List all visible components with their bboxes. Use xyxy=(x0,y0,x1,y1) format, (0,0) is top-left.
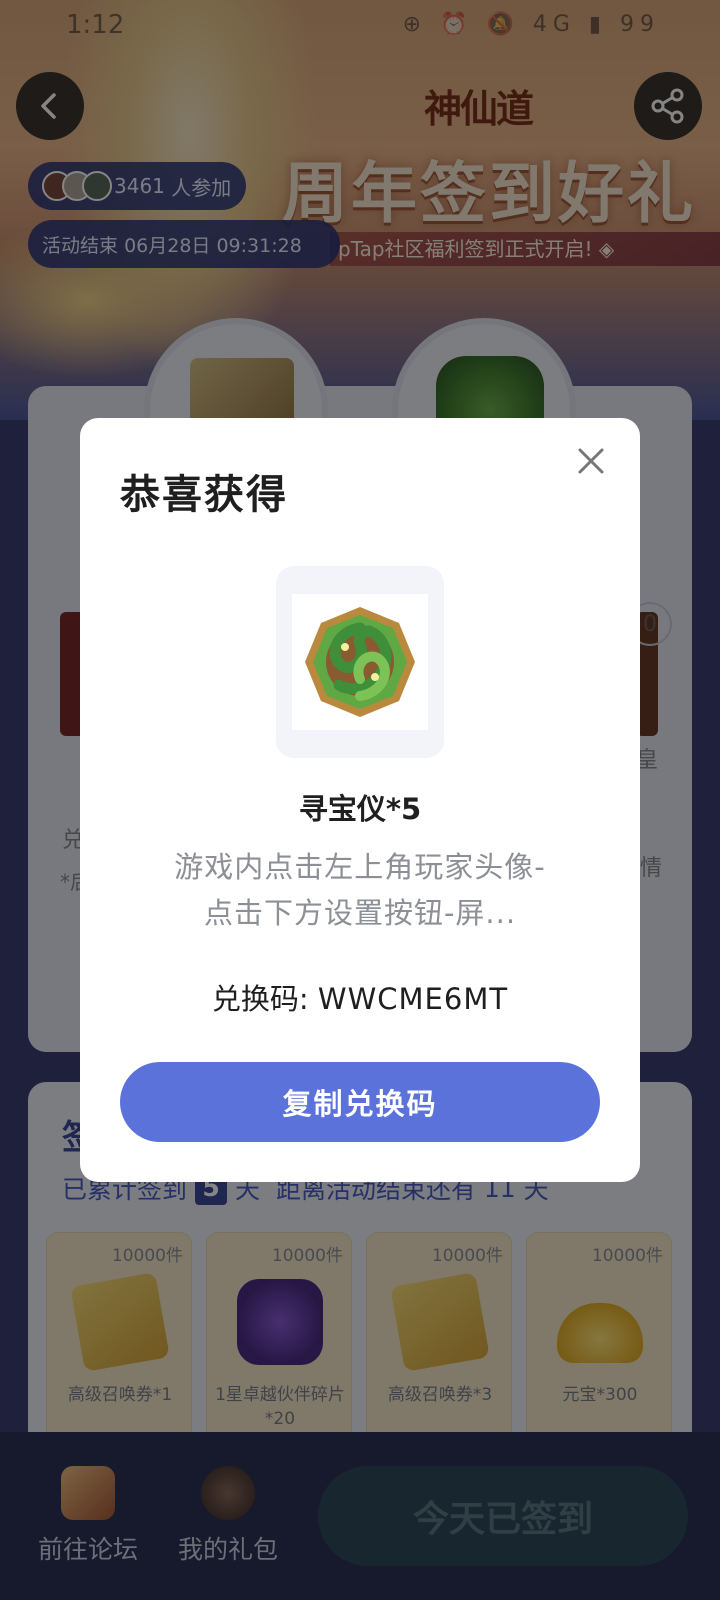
copy-code-button[interactable]: 复制兑换码 xyxy=(120,1062,600,1142)
reward-modal: 恭喜获得 寻宝仪*5 游戏内点击左上角玩家头像-点击下方设置按钮-屏... 兑换… xyxy=(80,418,640,1182)
item-description: 游戏内点击左上角玩家头像-点击下方设置按钮-屏... xyxy=(174,850,546,930)
modal-title: 恭喜获得 xyxy=(120,472,288,518)
item-image-frame xyxy=(276,566,444,758)
item-image xyxy=(292,594,428,730)
redeem-code-label: 兑换码: xyxy=(211,982,309,1016)
redeem-code-row: 兑换码: WWCME6MT xyxy=(80,976,640,1018)
treasure-finder-icon xyxy=(305,607,415,717)
close-button[interactable] xyxy=(570,440,612,482)
close-icon xyxy=(578,448,604,474)
item-name: 寻宝仪*5 xyxy=(298,792,422,826)
redeem-code-value[interactable]: WWCME6MT xyxy=(318,982,508,1016)
